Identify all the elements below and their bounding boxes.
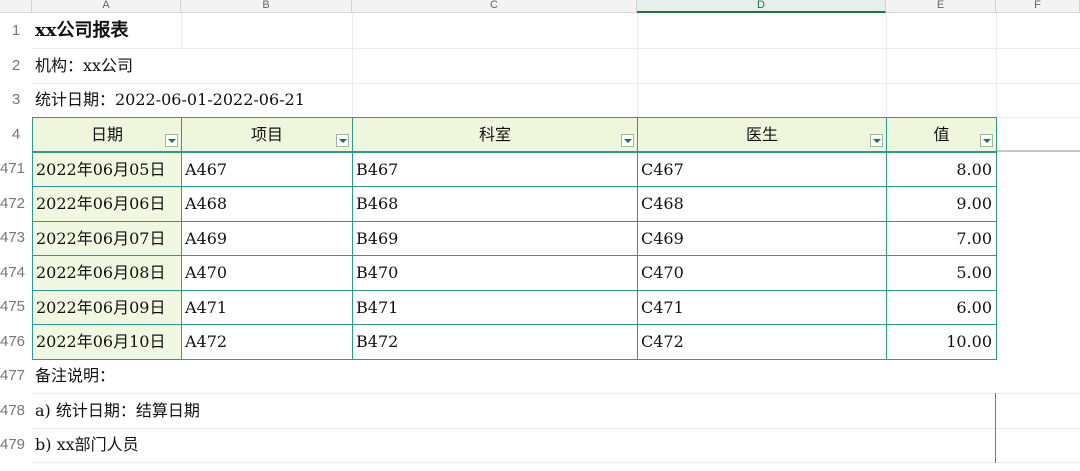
gridline <box>32 462 1080 463</box>
item-cell[interactable]: A470 <box>181 255 353 291</box>
cell-border <box>995 393 996 463</box>
row-header[interactable]: 1 <box>0 14 32 48</box>
freeze-pane-divider <box>996 150 1080 152</box>
column-header-e[interactable]: E <box>886 0 996 13</box>
department-cell[interactable]: B468 <box>352 186 638 222</box>
notes-heading[interactable]: 备注说明： <box>32 359 432 393</box>
note-item[interactable]: b) xx部门人员 <box>32 428 432 462</box>
header-value[interactable]: 值 <box>886 117 997 152</box>
filter-dropdown-icon[interactable] <box>980 134 993 147</box>
column-header-b[interactable]: B <box>181 0 352 13</box>
value-cell[interactable]: 8.00 <box>886 152 997 187</box>
doctor-cell[interactable]: C470 <box>637 255 887 291</box>
column-header-a[interactable]: A <box>32 0 181 13</box>
row-header[interactable]: 476 <box>0 324 32 359</box>
filter-dropdown-icon[interactable] <box>621 134 634 147</box>
row-header[interactable]: 474 <box>0 255 32 290</box>
item-cell[interactable]: A467 <box>181 152 353 187</box>
header-department-label: 科室 <box>478 125 511 144</box>
item-cell[interactable]: A472 <box>181 324 353 360</box>
doctor-cell[interactable]: C468 <box>637 186 887 222</box>
column-header-f[interactable]: F <box>996 0 1080 13</box>
note-item[interactable]: a) 统计日期：结算日期 <box>32 394 432 428</box>
filter-dropdown-icon[interactable] <box>165 134 178 147</box>
value-cell[interactable]: 6.00 <box>886 290 997 325</box>
header-doctor[interactable]: 医生 <box>637 117 887 152</box>
row-header[interactable]: 473 <box>0 221 32 255</box>
department-cell[interactable]: B472 <box>352 324 638 360</box>
item-cell[interactable]: A471 <box>181 290 353 325</box>
date-cell[interactable]: 2022年06月09日 <box>32 290 182 325</box>
report-title[interactable]: xx公司报表 <box>32 14 332 48</box>
column-header-c[interactable]: C <box>352 0 637 13</box>
column-header-d[interactable]: D <box>637 0 886 13</box>
row-header[interactable]: 4 <box>0 117 32 152</box>
department-cell[interactable]: B467 <box>352 152 638 187</box>
row-header[interactable]: 477 <box>0 359 32 393</box>
doctor-cell[interactable]: C467 <box>637 152 887 187</box>
row-header[interactable]: 475 <box>0 290 32 324</box>
item-cell[interactable]: A469 <box>181 221 353 256</box>
filter-dropdown-icon[interactable] <box>336 134 349 147</box>
header-value-label: 值 <box>933 125 950 144</box>
date-cell[interactable]: 2022年06月06日 <box>32 186 182 222</box>
gridline <box>996 13 997 117</box>
department-cell[interactable]: B469 <box>352 221 638 256</box>
department-cell[interactable]: B471 <box>352 290 638 325</box>
row-header[interactable]: 471 <box>0 152 32 186</box>
select-all-corner[interactable] <box>0 0 32 13</box>
doctor-cell[interactable]: C471 <box>637 290 887 325</box>
period-cell[interactable]: 统计日期：2022-06-01-2022-06-21 <box>32 83 432 117</box>
value-cell[interactable]: 9.00 <box>886 186 997 222</box>
date-cell[interactable]: 2022年06月05日 <box>32 152 182 187</box>
doctor-cell[interactable]: C472 <box>637 324 887 360</box>
organization-cell[interactable]: 机构：xx公司 <box>32 49 332 83</box>
row-header[interactable]: 478 <box>0 393 32 428</box>
gridline <box>637 13 638 117</box>
date-cell[interactable]: 2022年06月10日 <box>32 324 182 360</box>
gridline <box>886 13 887 117</box>
value-cell[interactable]: 10.00 <box>886 324 997 360</box>
value-cell[interactable]: 5.00 <box>886 255 997 291</box>
date-cell[interactable]: 2022年06月08日 <box>32 255 182 291</box>
header-item-label: 项目 <box>250 125 283 144</box>
row-header[interactable]: 472 <box>0 186 32 221</box>
doctor-cell[interactable]: C469 <box>637 221 887 256</box>
date-cell[interactable]: 2022年06月07日 <box>32 221 182 256</box>
filter-dropdown-icon[interactable] <box>870 134 883 147</box>
row-header[interactable]: 2 <box>0 48 32 83</box>
item-cell[interactable]: A468 <box>181 186 353 222</box>
header-doctor-label: 医生 <box>745 125 778 144</box>
row-header[interactable]: 3 <box>0 83 32 117</box>
row-header[interactable]: 479 <box>0 428 32 462</box>
header-date[interactable]: 日期 <box>32 117 182 152</box>
value-cell[interactable]: 7.00 <box>886 221 997 256</box>
header-date-label: 日期 <box>90 125 123 144</box>
department-cell[interactable]: B470 <box>352 255 638 291</box>
header-item[interactable]: 项目 <box>181 117 353 152</box>
header-department[interactable]: 科室 <box>352 117 638 152</box>
